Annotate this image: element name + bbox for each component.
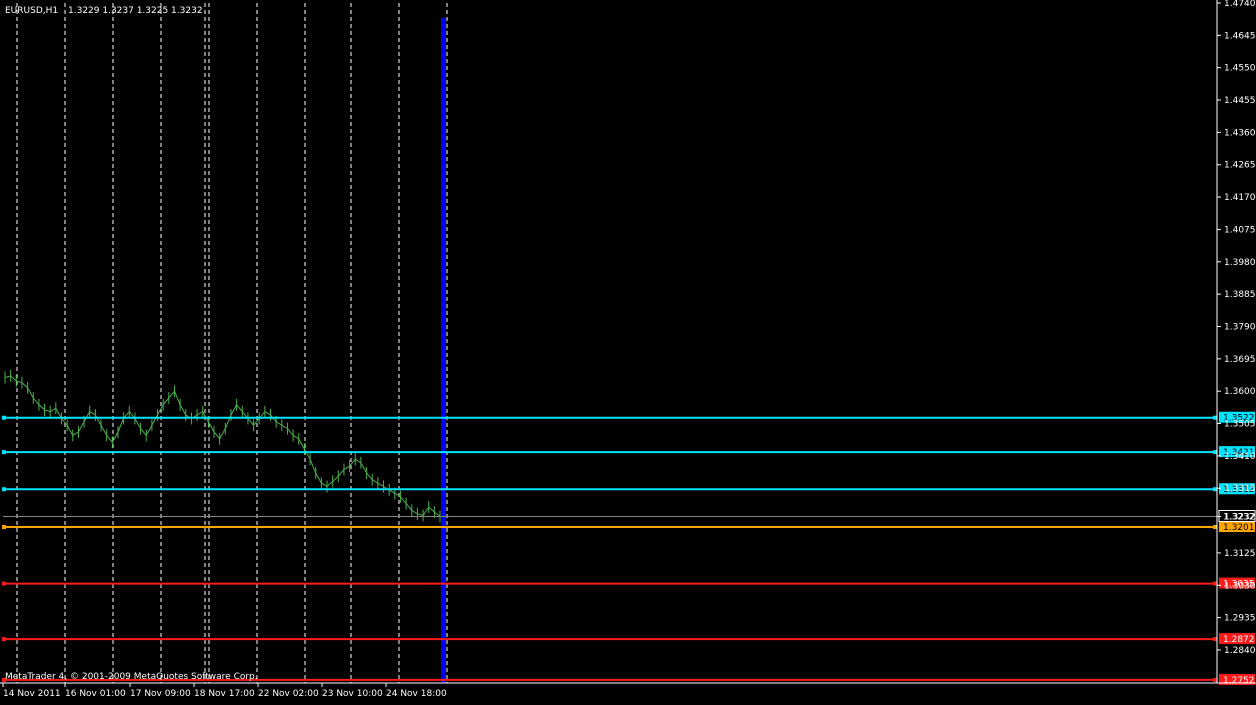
chart-background [0,0,1256,701]
price-level-handle[interactable] [2,415,6,420]
x-tick-label: 16 Nov 01:00 [65,689,126,699]
y-tick-label: 1.3505 [1224,420,1256,430]
chart-area[interactable]: 1.3522 1.3421 1.3312 1.3201 1.3035 1.2872 1.27… [0,0,1256,701]
x-tick-label: 14 Nov 2011 [3,689,61,699]
price-level-handle[interactable] [1213,487,1217,492]
y-tick-label: 1.3600 [1224,387,1256,397]
symbol-label: EURUSD,H1 [5,6,58,16]
price-level-handle[interactable] [1213,637,1217,642]
price-level-handle[interactable] [2,637,6,642]
y-tick-label: 1.4645 [1224,31,1256,41]
price-level-handle[interactable] [2,487,6,492]
price-level-handle[interactable] [1213,450,1217,455]
y-tick-label: 1.4265 [1224,161,1256,171]
price-level-label: 1.2872 [1223,635,1255,645]
price-level-handle[interactable] [1213,525,1217,530]
price-level-handle[interactable] [1213,581,1217,586]
copyright-label: MetaTrader 4, © 2001-2009 MetaQuotes Sof… [5,672,258,682]
y-tick-label: 1.2840 [1224,646,1256,656]
y-tick-label: 1.4455 [1224,96,1256,106]
price-level-label: 1.3201 [1223,523,1255,533]
price-level-handle[interactable] [2,450,6,455]
price-level-handle[interactable] [1213,415,1217,420]
y-tick-label: 1.3885 [1224,290,1256,300]
price-level-handle[interactable] [2,581,6,586]
price-level-handle[interactable] [1213,677,1217,682]
x-tick-label: 22 Nov 02:00 [258,689,319,699]
y-tick-label: 1.4740 [1224,0,1256,9]
price-level-handle[interactable] [2,525,6,530]
y-tick-label: 1.3695 [1224,355,1256,365]
x-tick-label: 24 Nov 18:00 [386,689,447,699]
x-tick-label: 23 Nov 10:00 [322,689,383,699]
y-tick-label: 1.3790 [1224,322,1256,332]
y-tick-label: 1.4075 [1224,225,1256,235]
y-tick-label: 1.3125 [1224,549,1256,559]
ohlc-label: 1.3229 1.3237 1.3225 1.3232 [68,6,203,16]
price-level-label: 1.2752 [1223,676,1255,686]
y-tick-label: 1.4360 [1224,128,1256,138]
y-tick-label: 1.3980 [1224,258,1256,268]
y-tick-label: 1.3410 [1224,452,1256,462]
y-tick-label: 1.4170 [1224,193,1256,203]
y-tick-label: 1.3030 [1224,581,1256,591]
y-tick-label: 1.3315 [1224,484,1256,494]
x-tick-label: 18 Nov 17:00 [194,689,255,699]
y-tick-label: 1.4550 [1224,64,1256,74]
x-tick-label: 17 Nov 09:00 [130,689,191,699]
y-tick-label: 1.3232 [1224,512,1256,522]
y-tick-label: 1.2935 [1224,614,1256,624]
price-chart[interactable]: 1.35221.34211.33121.32011.30351.28721.27… [0,0,1256,701]
